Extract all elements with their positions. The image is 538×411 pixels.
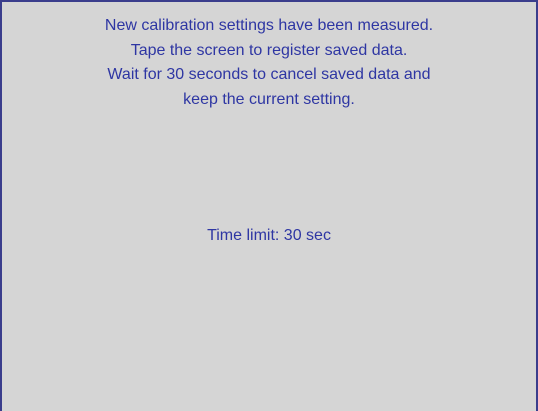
message-line-1: New calibration settings have been measu… bbox=[104, 17, 434, 34]
message-line-3: Wait for 30 seconds to cancel saved data… bbox=[107, 66, 431, 83]
time-limit-countdown: Time limit: 30 sec bbox=[207, 227, 331, 244]
calibration-message: New calibration settings have been measu… bbox=[2, 14, 536, 112]
message-line-4: keep the current setting. bbox=[183, 90, 355, 108]
calibration-confirmation-screen[interactable]: New calibration settings have been measu… bbox=[0, 0, 538, 411]
message-line-2: Tape the screen to register saved data. bbox=[130, 41, 408, 59]
